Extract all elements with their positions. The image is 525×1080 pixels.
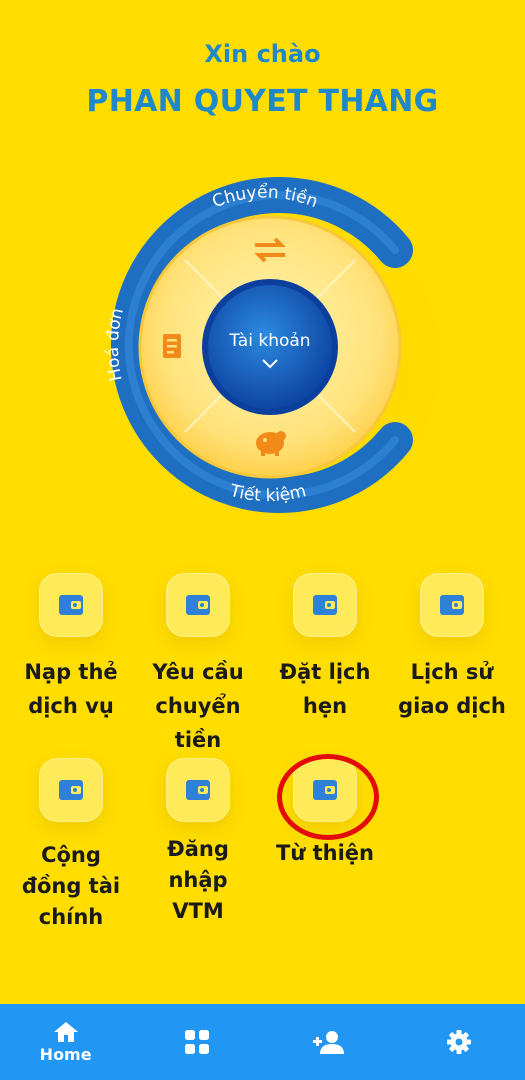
wallet-icon (166, 758, 230, 822)
tile-nap-the-dich-vu[interactable]: Nạp thẻ dịch vụ (11, 573, 131, 723)
tile-label: Từ thiện (276, 841, 374, 865)
tile-label: Yêu cầu chuyển tiền (152, 660, 244, 752)
bottom-nav: Home (0, 1004, 525, 1080)
tile-label: Lịch sử giao dịch (398, 660, 506, 718)
nav-home[interactable]: Home (0, 1004, 131, 1080)
grid-icon (184, 1030, 209, 1054)
nav-settings[interactable] (394, 1004, 525, 1080)
bill-icon[interactable] (163, 334, 181, 358)
greeting-text: Xin chào (204, 40, 321, 68)
add-person-icon (313, 1031, 345, 1054)
tile-label: Cộng đồng tài chính (21, 843, 121, 929)
tile-label: Nạp thẻ dịch vụ (24, 660, 118, 718)
tile-cong-dong-tai-chinh[interactable]: Cộng đồng tài chính (11, 758, 131, 933)
wallet-icon (420, 573, 484, 637)
nav-apps[interactable] (131, 1004, 262, 1080)
nav-home-label: Home (39, 1044, 92, 1064)
account-wheel: Tài khoản Chuyển tiền Hoá đơn Tiết kiệm (85, 160, 445, 530)
wallet-icon (166, 573, 230, 637)
tile-dat-lich-hen[interactable]: Đặt lịch hẹn (265, 573, 385, 723)
tile-label: Đặt lịch hẹn (279, 660, 371, 718)
wheel-graphic: Tài khoản Chuyển tiền Hoá đơn Tiết kiệm (103, 177, 445, 525)
wallet-icon (39, 573, 103, 637)
wallet-icon (293, 573, 357, 637)
user-name: PHAN QUYET THANG (86, 84, 439, 119)
wallet-icon (293, 758, 357, 822)
tile-tu-thien[interactable]: Từ thiện (265, 758, 385, 870)
home-icon (53, 1021, 78, 1042)
gear-icon (447, 1030, 472, 1054)
wallet-icon (39, 758, 103, 822)
tile-dang-nhap-vtm[interactable]: Đăng nhập VTM (138, 758, 258, 927)
nav-add-contact[interactable] (263, 1004, 394, 1080)
wheel-center-label[interactable]: Tài khoản (228, 331, 310, 351)
tile-label: Đăng nhập VTM (167, 837, 229, 923)
tile-yeu-cau-chuyen-tien[interactable]: Yêu cầu chuyển tiền (138, 573, 258, 757)
tile-lich-su-giao-dich[interactable]: Lịch sử giao dịch (392, 573, 512, 723)
